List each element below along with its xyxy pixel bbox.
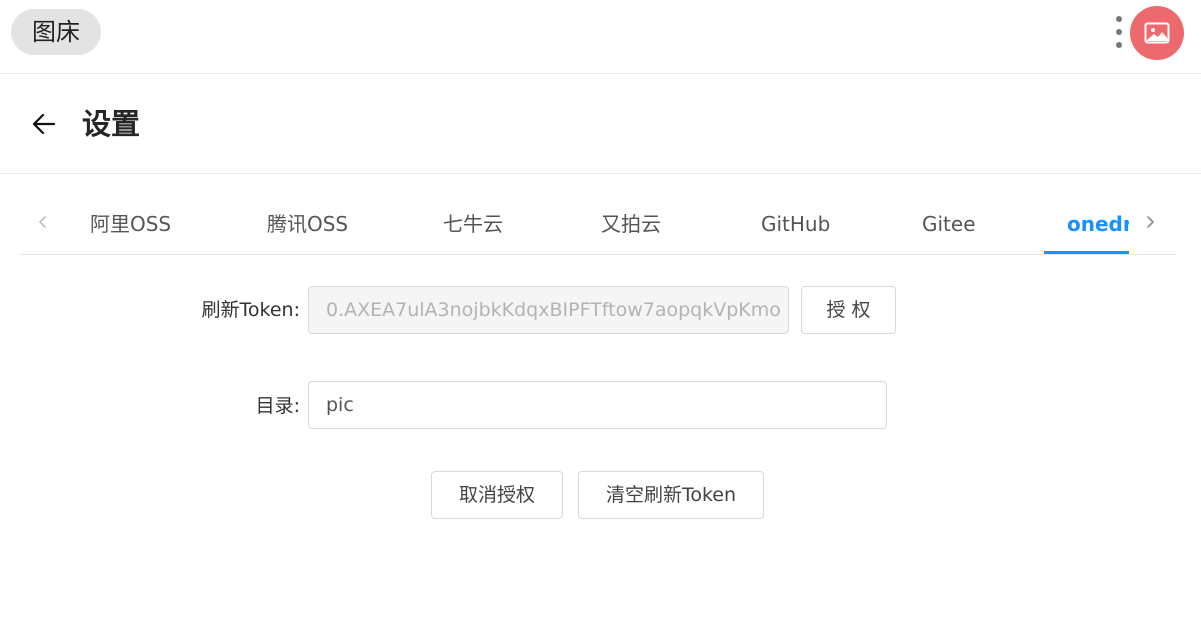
- tab-qiniu[interactable]: 七牛云: [443, 210, 503, 238]
- active-tab-indicator: [1044, 251, 1129, 254]
- directory-label: 目录:: [255, 395, 300, 417]
- page-title: 设置: [82, 107, 141, 141]
- tab-upyun[interactable]: 又拍云: [601, 210, 661, 238]
- tab-gitee[interactable]: Gitee: [922, 210, 976, 238]
- chevron-left-icon: [39, 216, 46, 228]
- avatar[interactable]: [1130, 6, 1184, 60]
- tab-tencent-oss[interactable]: 腾讯OSS: [267, 210, 348, 238]
- tab-list: 阿里OSS 腾讯OSS 七牛云 又拍云 GitHub Gitee onedri: [59, 194, 1129, 254]
- tab-aliyun-oss[interactable]: 阿里OSS: [90, 210, 171, 238]
- tab-prev-button[interactable]: [31, 210, 55, 234]
- refresh-token-input[interactable]: 0.AXEA7ulA3nojbkKdqxBIPFTftow7aopqkVpKmo: [308, 286, 789, 334]
- authorize-button[interactable]: 授权: [801, 286, 896, 334]
- cancel-authorization-button[interactable]: 取消授权: [431, 471, 563, 519]
- clear-refresh-token-button[interactable]: 清空刷新Token: [578, 471, 764, 519]
- chevron-right-icon: [1147, 216, 1154, 228]
- page-header: 设置: [0, 74, 1201, 174]
- directory-input[interactable]: pic: [308, 381, 887, 429]
- tab-next-button[interactable]: [1138, 210, 1162, 234]
- arrow-left-icon: [32, 113, 56, 135]
- tab-github[interactable]: GitHub: [761, 210, 830, 238]
- app-window: 图床 设置 阿里OSS 腾讯OSS 七牛云 又拍云 GitHub Gitee o…: [0, 0, 1201, 640]
- tab-onedrive[interactable]: onedri: [1067, 210, 1129, 238]
- back-button[interactable]: [30, 110, 58, 138]
- refresh-token-label: 刷新Token:: [201, 299, 300, 321]
- image-icon: [1144, 22, 1170, 44]
- top-bar: 图床: [0, 0, 1201, 74]
- more-vertical-icon[interactable]: [1112, 14, 1126, 50]
- app-name-chip[interactable]: 图床: [11, 9, 101, 55]
- storage-tabs: 阿里OSS 腾讯OSS 七牛云 又拍云 GitHub Gitee onedri: [19, 194, 1177, 255]
